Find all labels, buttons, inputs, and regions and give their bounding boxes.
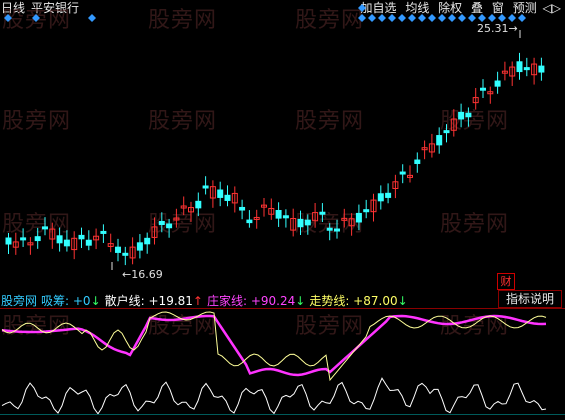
bottom-border — [0, 414, 565, 415]
low-price-value: 16.69 — [131, 268, 163, 281]
diamond-marker — [468, 14, 476, 22]
indicator-legend-item: 吸筹: +0 — [41, 294, 91, 308]
candle-body — [304, 219, 311, 226]
candle-body — [100, 230, 107, 234]
candle-body — [195, 200, 202, 209]
candle-body — [122, 252, 129, 256]
diamond-marker — [88, 14, 96, 22]
candle-body — [78, 234, 85, 240]
diamond-marker — [438, 14, 446, 22]
candle-body — [166, 223, 173, 229]
diamond-marker — [418, 14, 426, 22]
indicator-legend-item: 庄家线: +90.24 — [206, 294, 296, 308]
arrow-up-icon: ↑ — [192, 294, 203, 308]
candle-body — [85, 239, 92, 246]
candle-body — [414, 159, 421, 164]
candle-body — [458, 111, 465, 120]
low-price-label: ←16.69 — [122, 268, 163, 281]
diamond-marker — [428, 14, 436, 22]
candle-body — [56, 235, 63, 244]
candle-body — [282, 215, 289, 219]
candle-body — [334, 228, 340, 232]
candle-body — [144, 237, 151, 245]
candle-body — [443, 130, 450, 134]
candle-body — [399, 171, 406, 175]
diamond-marker — [448, 14, 456, 22]
candle-body — [436, 135, 443, 146]
diamond-marker — [358, 14, 366, 22]
candle-body — [202, 185, 209, 189]
candle-body — [377, 193, 384, 202]
diamond-marker — [388, 14, 396, 22]
arrow-down-icon: ↓ — [397, 294, 408, 308]
candle-body — [63, 239, 70, 247]
diamond-marker — [498, 14, 506, 22]
high-price-value: 25.31 — [477, 22, 509, 35]
candle-body — [217, 189, 224, 198]
diamond-marker — [4, 14, 12, 22]
candle-body — [158, 220, 165, 226]
candle-body — [136, 242, 143, 251]
indicator-legend: 股旁网 吸筹: +0↓ 散户线: +19.81↑ 庄家线: +90.24↓ 走势线: +… — [1, 292, 412, 309]
candle-body — [480, 87, 486, 91]
candle-body — [516, 61, 523, 73]
indicator-help-button[interactable]: 指标说明 — [498, 290, 562, 308]
candle-body — [115, 246, 121, 253]
arrow-down-icon: ↓ — [90, 294, 101, 308]
diamond-marker — [358, 4, 366, 12]
indicator-legend-item: 股旁网 — [1, 294, 38, 308]
kline-window: 日线 平安银行 加自选 均线 除权 叠 窗 预测 ◁▷ 股旁网 股旁网 股旁网 股… — [0, 0, 565, 420]
candle-body — [494, 80, 501, 87]
diamond-marker — [378, 14, 386, 22]
candle-body — [523, 67, 530, 71]
candle-body — [465, 112, 472, 118]
candle-body — [20, 237, 27, 241]
candle-body — [326, 227, 333, 231]
candle-body — [246, 219, 253, 224]
candle-body — [275, 209, 282, 219]
candle-body — [224, 194, 231, 201]
low-price-arrow: ← — [122, 268, 132, 281]
indicator-legend-item: 走势线: +87.00 — [309, 294, 398, 308]
candle-body — [363, 209, 370, 213]
candlestick-chart[interactable] — [0, 0, 565, 420]
retail-line — [1, 377, 547, 415]
diamond-marker — [368, 14, 376, 22]
finance-badge[interactable]: 财 — [497, 273, 515, 290]
candle-body — [239, 206, 246, 211]
candle-body — [319, 211, 326, 215]
diamond-marker — [32, 14, 40, 22]
diamond-marker — [398, 14, 406, 22]
diamond-marker — [408, 14, 416, 22]
candle-body — [34, 236, 41, 242]
candle-body — [5, 237, 12, 245]
high-price-label: 25.31→ — [477, 22, 518, 35]
candle-body — [538, 65, 545, 73]
candle-body — [42, 226, 48, 230]
diamond-marker — [488, 14, 496, 22]
diamond-marker — [458, 14, 466, 22]
candle-body — [385, 192, 392, 198]
diamond-marker — [508, 14, 516, 22]
diamond-marker — [478, 14, 486, 22]
indicator-legend-item: 散户线: +19.81 — [104, 294, 193, 308]
candle-body — [297, 218, 304, 228]
arrow-down-icon: ↓ — [295, 294, 306, 308]
candle-body — [355, 212, 362, 223]
diamond-marker — [518, 14, 526, 22]
high-price-arrow: → — [508, 22, 518, 35]
